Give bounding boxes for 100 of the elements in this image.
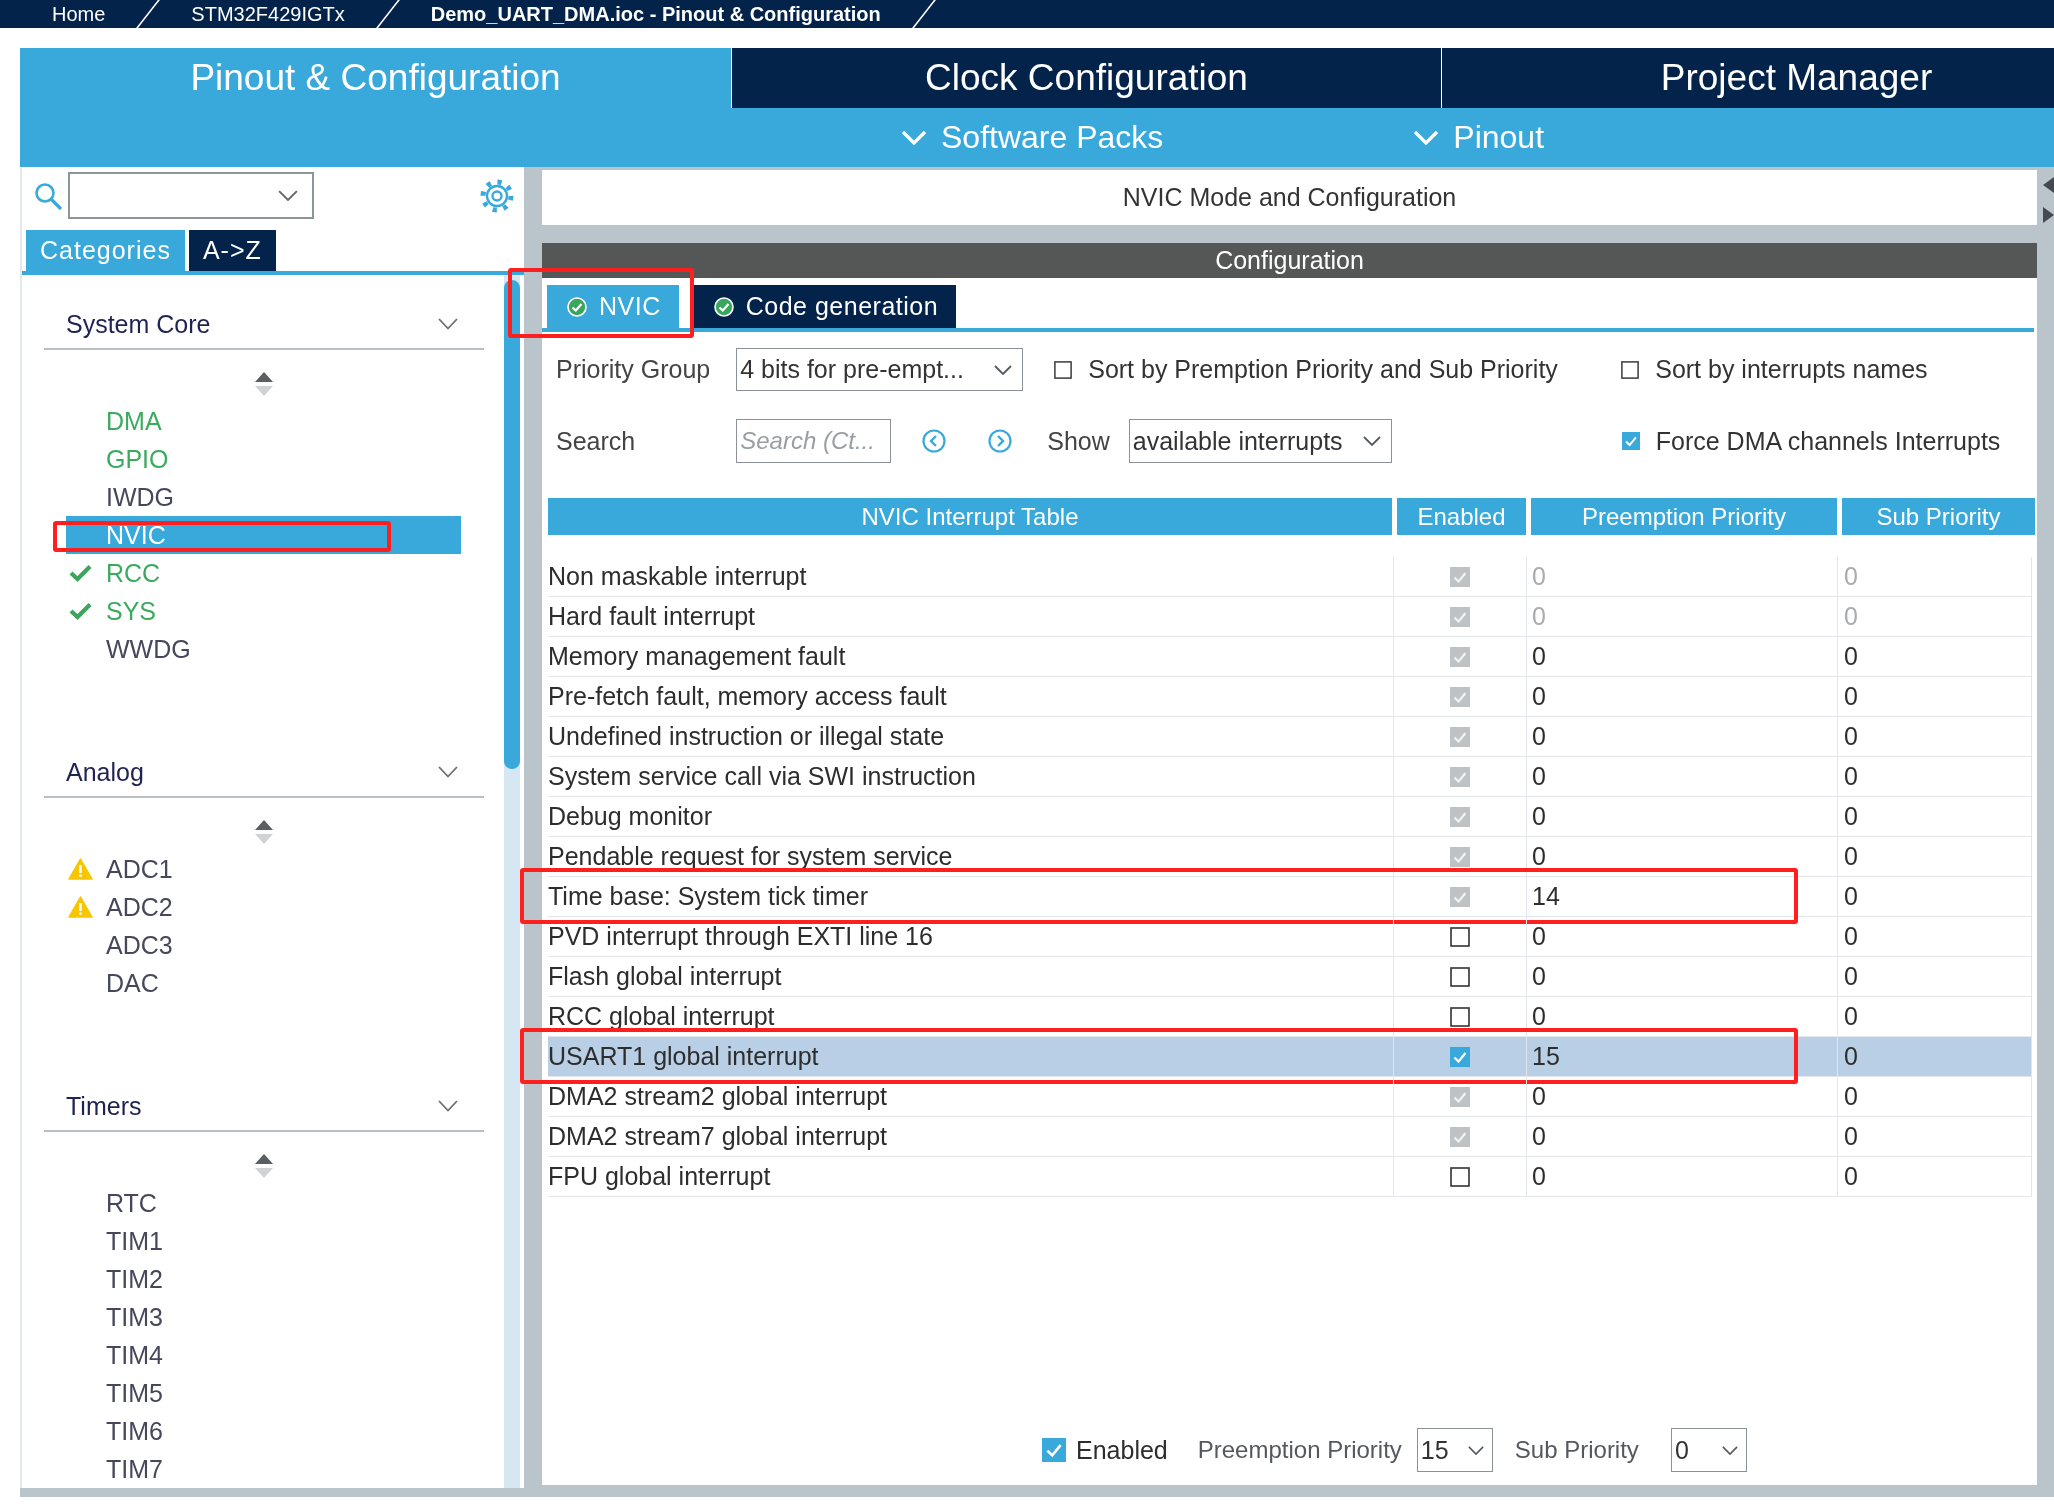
sidebar-item[interactable]: DAC xyxy=(66,964,461,1002)
column-header: Preemption Priority xyxy=(1531,498,1837,535)
tab[interactable]: Code generation xyxy=(693,285,957,328)
sidebar-item[interactable]: WWDG xyxy=(66,630,461,668)
tab[interactable]: Project Manager xyxy=(1441,48,2054,108)
table-row[interactable]: Flash global interrupt 0 0 xyxy=(548,957,2032,997)
dropdown[interactable]: 0 xyxy=(1670,1428,1747,1472)
checkbox[interactable] xyxy=(1450,1166,1470,1187)
group-header[interactable]: Analog xyxy=(44,748,484,798)
checkbox[interactable] xyxy=(1450,806,1470,827)
interrupt-name: Pendable request for system service xyxy=(548,842,953,871)
left-right-triangles-icon[interactable] xyxy=(2040,177,2054,223)
table-row[interactable]: USART1 global interrupt 15 0 xyxy=(548,1037,2032,1077)
tab[interactable]: A->Z xyxy=(188,230,276,271)
table-row[interactable]: DMA2 stream7 global interrupt 0 0 xyxy=(548,1117,2032,1157)
table-row[interactable]: Pendable request for system service 0 0 xyxy=(548,837,2032,877)
checkbox[interactable] xyxy=(1450,766,1470,787)
chevron-right-circle-icon[interactable] xyxy=(988,429,1013,453)
sidebar-item[interactable]: ADC2 xyxy=(66,888,461,926)
checkbox[interactable] xyxy=(1450,886,1470,907)
interrupt-name: PVD interrupt through EXTI line 16 xyxy=(548,922,933,951)
sidebar-item[interactable]: ADC3 xyxy=(66,926,461,964)
checkbox[interactable] xyxy=(1450,1046,1470,1067)
panel-title: NVIC Mode and Configuration xyxy=(542,170,2037,225)
interrupt-name: USART1 global interrupt xyxy=(548,1042,819,1071)
settings-icon[interactable] xyxy=(480,178,514,213)
sidebar-item[interactable]: TIM5 xyxy=(66,1374,461,1412)
checkbox[interactable] xyxy=(1450,566,1470,587)
checkbox[interactable] xyxy=(1450,1126,1470,1147)
table-row[interactable]: Pre-fetch fault, memory access fault 0 0 xyxy=(548,677,2032,717)
table-row[interactable]: System service call via SWI instruction 0 0 xyxy=(548,757,2032,797)
interrupt-name: Time base: System tick timer xyxy=(548,882,868,911)
checkbox[interactable] xyxy=(1621,432,1640,450)
checkbox[interactable] xyxy=(1621,360,1640,379)
up-down-arrows-icon[interactable] xyxy=(255,372,273,396)
chevron-down-icon xyxy=(1413,129,1440,146)
sidebar-item[interactable]: TIM6 xyxy=(66,1412,461,1450)
table-row[interactable]: Non maskable interrupt 0 0 xyxy=(548,557,2032,597)
up-down-arrows-icon[interactable] xyxy=(255,1154,273,1178)
sidebar-item[interactable]: RTC xyxy=(66,1184,461,1222)
interrupt-name: Hard fault interrupt xyxy=(548,602,756,631)
sidebar-item[interactable]: TIM2 xyxy=(66,1260,461,1298)
dropdown[interactable]: 4 bits for pre-empt... xyxy=(736,348,1024,391)
group-header[interactable]: System Core xyxy=(44,300,484,350)
checkbox[interactable] xyxy=(1450,686,1470,707)
checkbox[interactable] xyxy=(1042,1438,1066,1462)
checkbox[interactable] xyxy=(1450,926,1470,947)
table-row[interactable]: FPU global interrupt 0 0 xyxy=(548,1157,2032,1197)
checkbox[interactable] xyxy=(1054,360,1073,379)
checkbox[interactable] xyxy=(1450,606,1470,627)
preemption-value: 0 xyxy=(1532,682,1546,711)
table-row[interactable]: PVD interrupt through EXTI line 16 0 0 xyxy=(548,917,2032,957)
interrupt-name: Flash global interrupt xyxy=(548,962,782,991)
sidebar-item[interactable]: ADC1 xyxy=(66,850,461,888)
field-label: Search xyxy=(556,426,636,456)
scrollbar-thumb[interactable] xyxy=(504,280,520,769)
breadcrumb-item[interactable]: STM32F429IGTx xyxy=(191,2,345,26)
group-header[interactable]: Timers xyxy=(44,1082,484,1132)
checkbox[interactable] xyxy=(1450,966,1470,987)
table-row[interactable]: Undefined instruction or illegal state 0 0 xyxy=(548,717,2032,757)
chevron-down-icon xyxy=(901,129,927,146)
breadcrumb-item[interactable]: Home xyxy=(52,2,106,26)
checkbox[interactable] xyxy=(1450,1006,1470,1027)
sidebar-item[interactable]: IWDG xyxy=(66,478,461,516)
checkbox[interactable] xyxy=(1450,846,1470,867)
chevron-left-circle-icon[interactable] xyxy=(922,429,947,453)
breadcrumb-item[interactable]: Demo_UART_DMA.ioc - Pinout & Configuration xyxy=(430,2,881,26)
table-row[interactable]: Hard fault interrupt 0 0 xyxy=(548,597,2032,637)
checkbox[interactable] xyxy=(1450,726,1470,747)
sub-priority-value: 0 xyxy=(1844,762,1858,791)
search-combobox[interactable] xyxy=(68,172,314,219)
preemption-value: 0 xyxy=(1532,1082,1546,1111)
dropdown[interactable]: available interrupts xyxy=(1128,419,1392,463)
search-icon[interactable] xyxy=(34,181,62,210)
sidebar-item[interactable]: TIM1 xyxy=(66,1222,461,1260)
checkbox-label: Sort by interrupts names xyxy=(1655,355,1928,384)
scrollbar[interactable] xyxy=(504,275,520,1488)
checkbox[interactable] xyxy=(1450,1086,1470,1107)
caret-icon xyxy=(1362,436,1381,446)
caret-icon xyxy=(994,364,1013,375)
checkbox-label: Enabled xyxy=(1076,1435,1168,1465)
sidebar-item[interactable]: TIM7 xyxy=(66,1450,461,1488)
table-row[interactable]: Memory management fault 0 0 xyxy=(548,637,2032,677)
checkbox[interactable] xyxy=(1450,646,1470,667)
preemption-value: 0 xyxy=(1532,722,1546,751)
sub-priority-value: 0 xyxy=(1844,682,1858,711)
sidebar-item[interactable]: TIM3 xyxy=(66,1298,461,1336)
table-row[interactable]: Time base: System tick timer 14 0 xyxy=(548,877,2032,917)
table-row[interactable]: DMA2 stream2 global interrupt 0 0 xyxy=(548,1077,2032,1117)
preemption-value: 0 xyxy=(1532,842,1546,871)
sidebar-item[interactable]: TIM4 xyxy=(66,1336,461,1374)
tab[interactable]: Clock Configuration xyxy=(731,48,1441,108)
sub-priority-value: 0 xyxy=(1844,802,1858,831)
interrupt-name: FPU global interrupt xyxy=(548,1162,771,1191)
sub-priority-value: 0 xyxy=(1844,1122,1858,1151)
search-field[interactable]: Search (Ct... xyxy=(736,419,892,463)
table-row[interactable]: Debug monitor 0 0 xyxy=(548,797,2032,837)
dropdown[interactable]: 15 xyxy=(1416,1428,1493,1472)
up-down-arrows-icon[interactable] xyxy=(255,820,273,844)
interrupt-name: RCC global interrupt xyxy=(548,1002,775,1031)
